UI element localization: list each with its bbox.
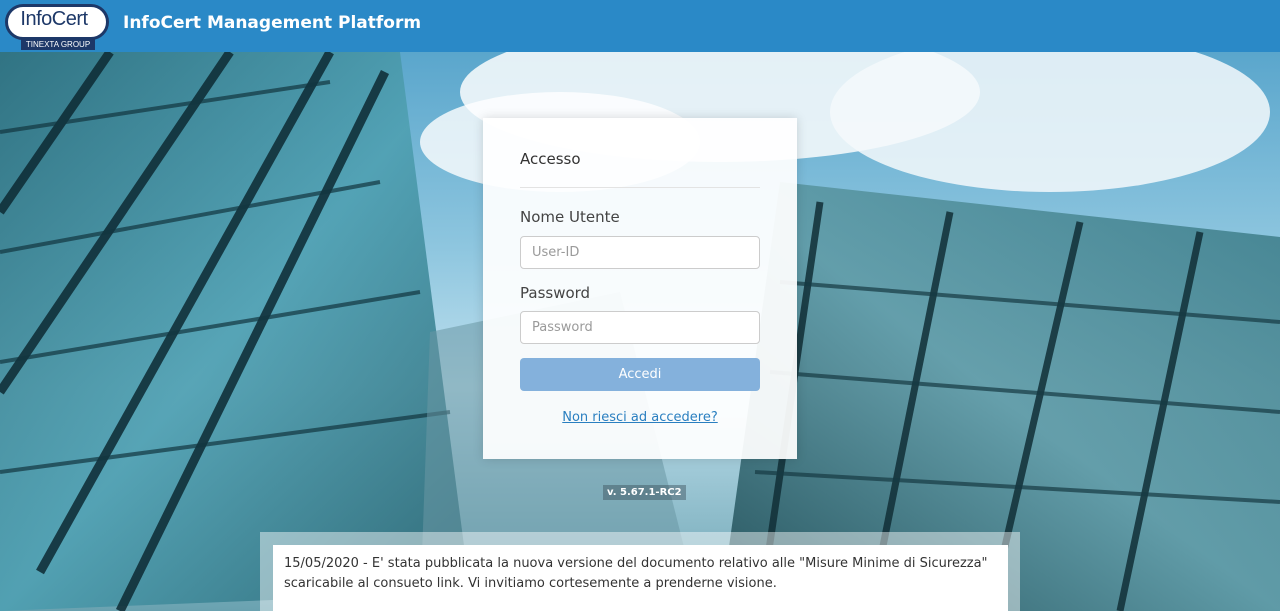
app-title: InfoCert Management Platform (123, 13, 422, 33)
version-label: v. 5.67.1-RC2 (603, 485, 686, 500)
top-header: InfoCert TINEXTA GROUP InfoCert Manageme… (0, 0, 1280, 52)
username-label: Nome Utente (520, 208, 620, 226)
forgot-access-link[interactable]: Non riesci ad accedere? (483, 410, 797, 425)
password-label: Password (520, 284, 591, 302)
notice-message: 15/05/2020 - E' stata pubblicata la nuov… (273, 545, 1008, 611)
infocert-logo[interactable]: InfoCert TINEXTA GROUP (5, 4, 109, 50)
title-divider (520, 187, 760, 188)
username-input[interactable] (520, 236, 760, 269)
logo-text: InfoCert (20, 8, 88, 30)
logo-subtext: TINEXTA GROUP (21, 39, 95, 50)
login-button[interactable]: Accedi (520, 358, 760, 391)
password-input[interactable] (520, 311, 760, 344)
login-title: Accesso (520, 150, 581, 168)
login-card: Accesso Nome Utente Password Accedi Non … (483, 118, 797, 459)
